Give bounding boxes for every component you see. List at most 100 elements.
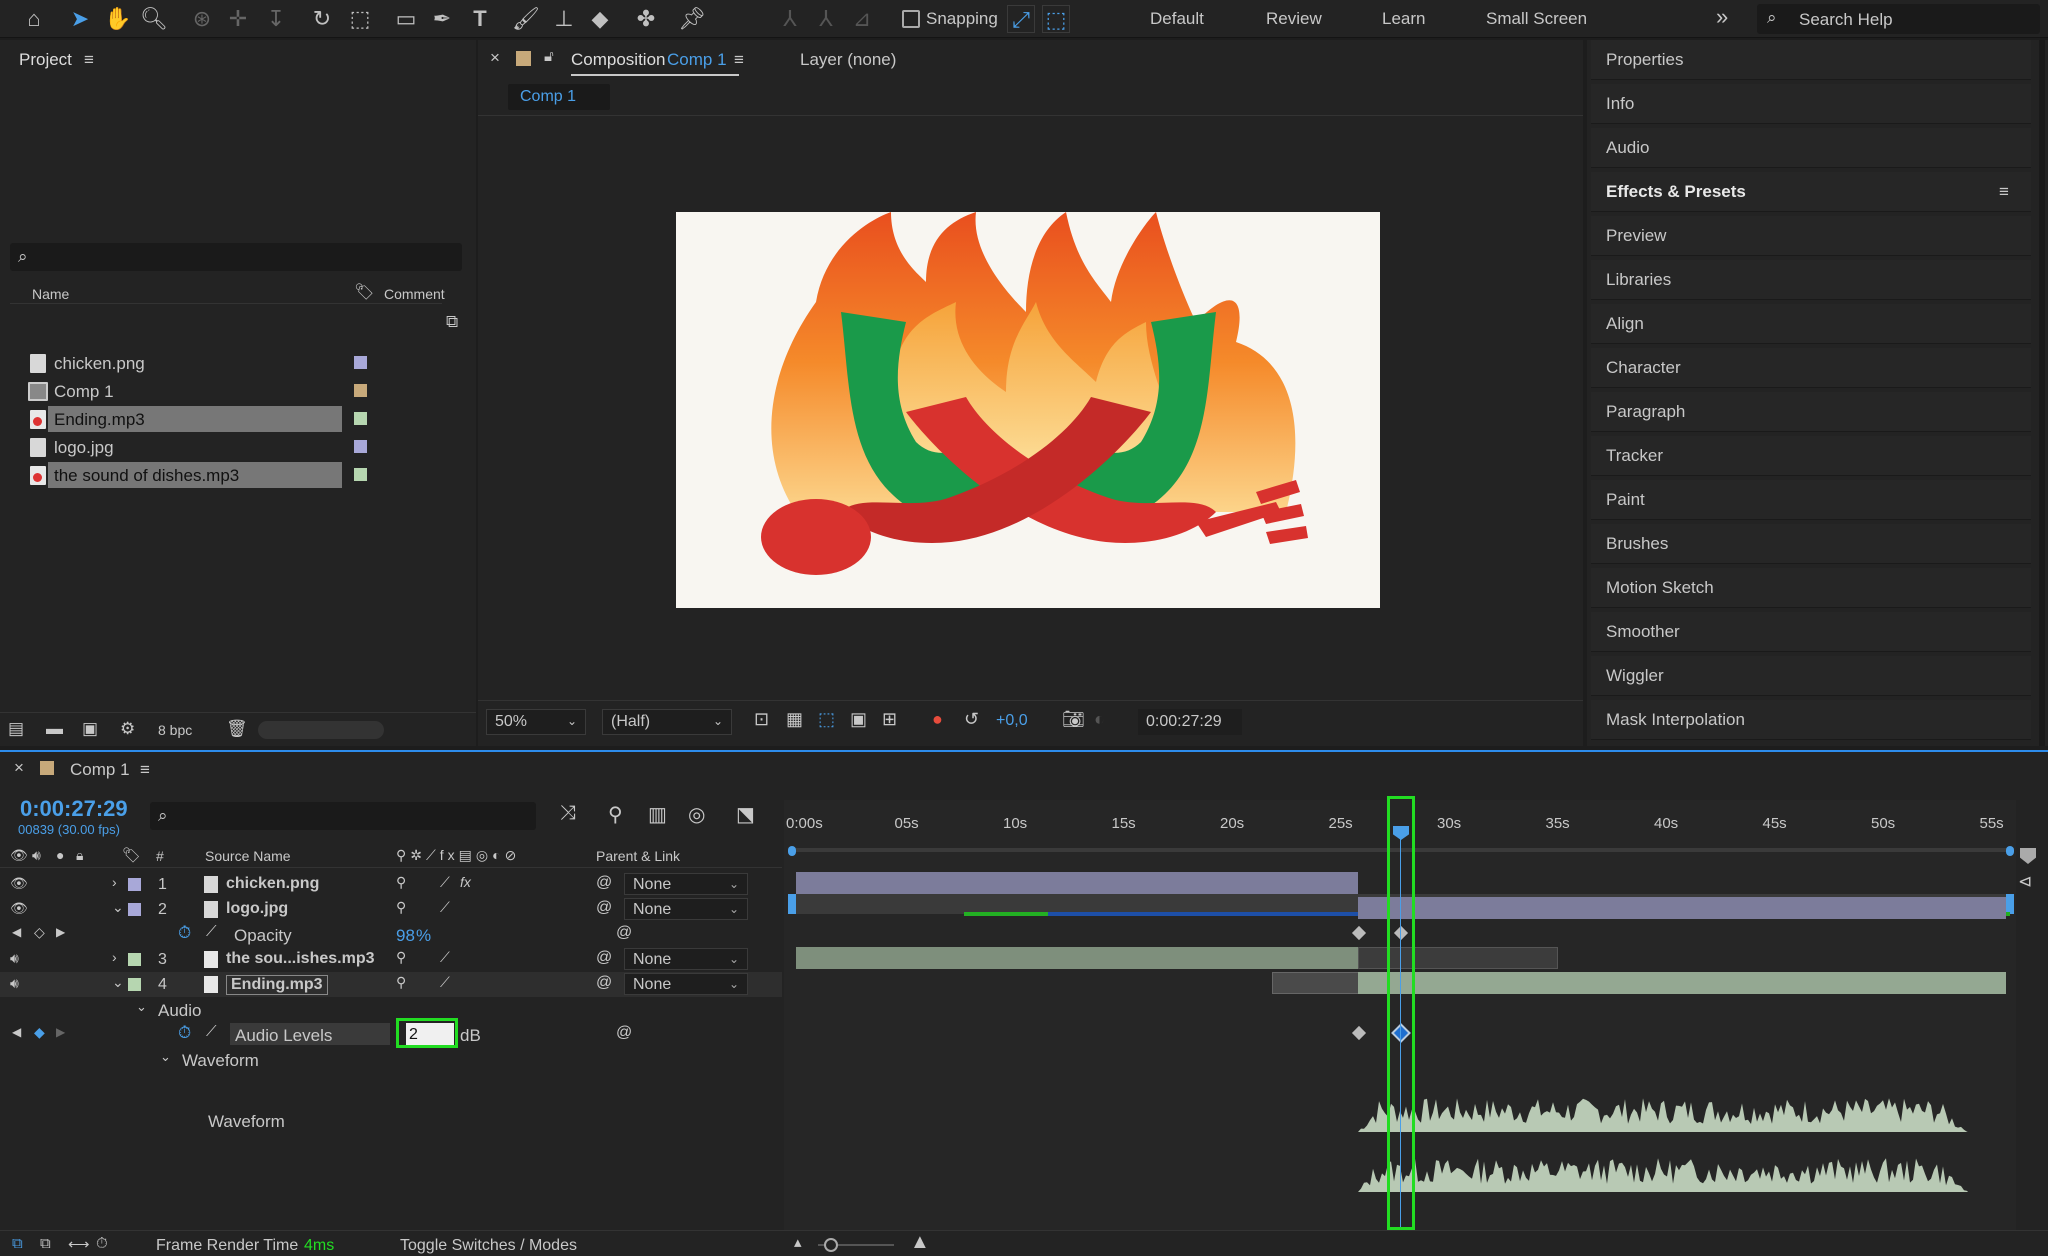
timeline-search-input[interactable]: ⌕: [150, 802, 536, 830]
pen-tool-icon[interactable]: ✒: [428, 5, 456, 33]
panel-character[interactable]: Character: [1591, 348, 2031, 388]
trash-icon[interactable]: 🗑︎: [226, 719, 248, 739]
workspace-review[interactable]: Review: [1266, 9, 1322, 29]
shy-switch-icon[interactable]: ⚲: [396, 899, 406, 916]
workspace-small-screen[interactable]: Small Screen: [1486, 9, 1587, 29]
comp-menu-icon[interactable]: ≡: [734, 50, 744, 70]
stopwatch-icon[interactable]: ⏱︎: [178, 1023, 191, 1043]
brush-tool-icon[interactable]: 🖌︎: [512, 5, 540, 33]
panel-wiggler[interactable]: Wiggler: [1591, 656, 2031, 696]
effects-menu-icon[interactable]: ≡: [1999, 182, 2009, 202]
composition-canvas[interactable]: [676, 212, 1380, 608]
resolution-dropdown[interactable]: (Half) ⌄: [602, 709, 732, 735]
panel-libraries[interactable]: Libraries: [1591, 260, 2031, 300]
fx-switch-icon[interactable]: fx: [460, 874, 471, 890]
graph-icon[interactable]: ⟋: [206, 1023, 217, 1040]
bit-depth-label[interactable]: 8 bpc: [158, 722, 192, 738]
eye-icon[interactable]: 👁︎: [10, 900, 28, 917]
prev-keyframe-icon[interactable]: ◀: [12, 1025, 21, 1039]
navigator-start-handle[interactable]: [788, 846, 796, 856]
hand-tool-icon[interactable]: ✋: [104, 5, 132, 33]
timeline-layer-row[interactable]: 👁︎ ⌄ 2 logo.jpg ⚲ ⟋ @ None ⌄: [0, 897, 782, 922]
composition-mini-flowchart-icon[interactable]: ⤨: [560, 802, 576, 825]
composition-tab-name[interactable]: Comp 1: [667, 50, 727, 70]
dolly-camera-icon[interactable]: ↧: [262, 5, 290, 33]
project-search-input[interactable]: ⌕: [10, 243, 462, 271]
rectangle-tool-icon[interactable]: ▭: [392, 5, 420, 33]
speaker-icon[interactable]: 🔊︎: [32, 847, 41, 864]
project-item[interactable]: Comp 1: [10, 378, 442, 404]
mask-visibility-icon[interactable]: ⬚: [818, 709, 835, 730]
new-composition-icon[interactable]: ▣: [82, 719, 98, 739]
number-column-header[interactable]: #: [156, 848, 164, 864]
pan-camera-icon[interactable]: ✛: [224, 5, 252, 33]
graph-editor-icon[interactable]: ⬔: [736, 802, 755, 827]
speaker-icon[interactable]: 🔊︎: [10, 950, 19, 967]
zoom-dropdown[interactable]: 50% ⌄: [486, 709, 586, 735]
project-item[interactable]: logo.jpg: [10, 434, 442, 460]
close-timeline-icon[interactable]: ×: [14, 758, 24, 778]
exposure-value[interactable]: +0,0: [996, 712, 1028, 730]
layer-label-swatch[interactable]: [128, 878, 141, 891]
layer-label-swatch[interactable]: [128, 953, 141, 966]
pick-whip-icon[interactable]: @: [616, 924, 632, 942]
flowchart-icon[interactable]: ⧉: [446, 312, 458, 332]
panel-preview[interactable]: Preview: [1591, 216, 2031, 256]
snap-features-icon[interactable]: ⬚: [1042, 5, 1070, 33]
rotate-tool-icon[interactable]: ↻: [308, 5, 336, 33]
layer-name[interactable]: chicken.png: [226, 875, 319, 893]
chevron-down-icon[interactable]: ⌄: [136, 999, 147, 1015]
pick-whip-icon[interactable]: @: [596, 899, 612, 917]
work-area-start[interactable]: [788, 894, 796, 914]
pick-whip-icon[interactable]: @: [596, 949, 612, 967]
panel-properties[interactable]: Properties: [1591, 40, 2031, 80]
toggle-switches-button[interactable]: Toggle Switches / Modes: [400, 1237, 577, 1255]
layer-tab[interactable]: Layer (none): [800, 50, 896, 70]
zoom-out-icon[interactable]: ▴: [794, 1233, 802, 1251]
chevron-down-icon[interactable]: ⌄: [160, 1049, 171, 1065]
prev-keyframe-icon[interactable]: ◀: [12, 925, 21, 939]
pick-whip-icon[interactable]: @: [596, 974, 612, 992]
pick-whip-icon[interactable]: @: [596, 874, 612, 892]
shy-switch-icon[interactable]: ⚲: [396, 974, 406, 991]
panel-motion-sketch[interactable]: Motion Sketch: [1591, 568, 2031, 608]
more-workspaces-icon[interactable]: »: [1716, 4, 1728, 30]
roto-brush-icon[interactable]: ✤: [632, 5, 660, 33]
panel-align[interactable]: Align: [1591, 304, 2031, 344]
interpret-footage-icon[interactable]: ▤: [8, 719, 24, 739]
comp-timecode[interactable]: 0:00:27:29: [1138, 709, 1242, 735]
work-area-end[interactable]: [2006, 894, 2014, 914]
color-channels-icon[interactable]: ●: [932, 709, 943, 730]
label-swatch[interactable]: [354, 440, 367, 453]
clone-stamp-icon[interactable]: ⊥: [550, 5, 578, 33]
reset-exposure-icon[interactable]: ↺: [964, 709, 979, 730]
panel-smoother[interactable]: Smoother: [1591, 612, 2031, 652]
project-settings-icon[interactable]: ⚙︎: [120, 719, 135, 739]
quality-switch-icon[interactable]: ⟋: [440, 874, 450, 891]
timeline-tab[interactable]: Comp 1: [70, 760, 130, 780]
fast-preview-icon[interactable]: ⊡: [754, 709, 769, 730]
label-icon[interactable]: 🏷︎: [122, 846, 141, 864]
source-name-header[interactable]: Source Name: [205, 848, 291, 864]
transparency-grid-icon[interactable]: ▦: [786, 709, 803, 730]
show-snapshot-icon[interactable]: ◐: [1094, 709, 1105, 730]
eye-icon[interactable]: 👁︎: [10, 847, 28, 864]
search-help-field[interactable]: ⌕ Search Help: [1757, 4, 2040, 34]
layer-label-swatch[interactable]: [128, 978, 141, 991]
lock-icon[interactable]: 🔒︎: [76, 847, 83, 864]
workspace-default[interactable]: Default: [1150, 9, 1204, 29]
timeline-layer-row[interactable]: 🔊︎ ⌄ 4 Ending.mp3 ⚲ ⟋ @ None ⌄: [0, 972, 782, 997]
panel-info[interactable]: Info: [1591, 84, 2031, 124]
chevron-down-icon[interactable]: ⌄: [112, 974, 124, 991]
graph-icon[interactable]: ⟋: [206, 923, 217, 940]
project-item[interactable]: chicken.png: [10, 350, 442, 376]
current-timecode[interactable]: 0:00:27:29: [20, 796, 128, 822]
panel-scrollbar[interactable]: [2039, 40, 2045, 746]
panel-mask-interpolation[interactable]: Mask Interpolation: [1591, 700, 2031, 740]
quality-switch-icon[interactable]: ⟋: [440, 949, 450, 966]
axis-view-icon[interactable]: ⊿: [848, 5, 876, 33]
layer-switches-icon[interactable]: ⧉: [12, 1235, 23, 1252]
comp-sub-tab[interactable]: Comp 1: [508, 84, 610, 110]
keyframe-active-icon[interactable]: ◆: [34, 1024, 45, 1041]
snap-edges-icon[interactable]: ⤢: [1007, 5, 1035, 33]
